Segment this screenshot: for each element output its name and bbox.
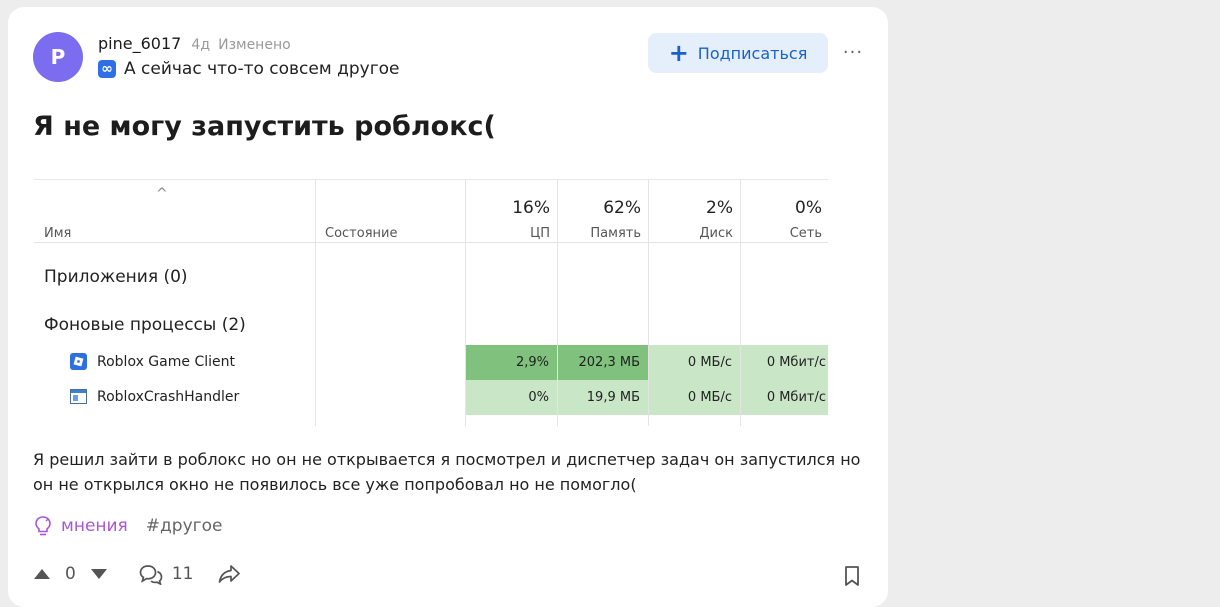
post-footer: 0 11 — [33, 563, 241, 585]
process-name: RobloxCrashHandler — [97, 388, 240, 405]
topic-tag-label: мнения — [61, 516, 128, 536]
bookmark-button[interactable] — [843, 565, 861, 591]
community-name: А сейчас что-то совсем другое — [124, 59, 400, 79]
task-manager-image: ^ Имя Состояние 16% ЦП 62% Память 2% Дис… — [34, 179, 828, 434]
header-divider — [34, 242, 828, 243]
cpu-cell: 0% — [466, 380, 557, 415]
comments-button[interactable]: 11 — [138, 563, 194, 585]
process-name: Roblox Game Client — [97, 353, 235, 370]
score: 0 — [65, 564, 76, 584]
tags: мнения #другое — [33, 515, 222, 537]
post-card: P pine_6017 4д Изменено ∞ А сейчас что-т… — [8, 7, 888, 607]
column-header-memory: Память — [590, 226, 641, 241]
column-header-name: Имя — [44, 226, 72, 241]
column-divider — [315, 180, 316, 426]
author-name[interactable]: pine_6017 — [98, 34, 181, 53]
disk-total: 2% — [706, 198, 733, 218]
group-apps: Приложения (0) — [44, 267, 188, 287]
post-title: Я не могу запустить роблокс( — [33, 111, 496, 142]
plus-icon: + — [668, 39, 689, 67]
ellipsis-icon: ··· — [842, 41, 864, 63]
memory-total: 62% — [603, 198, 641, 218]
post-body: Я решил зайти в роблокс но он не открыва… — [33, 450, 861, 494]
memory-cell: 202,3 МБ — [558, 345, 648, 380]
post-age: 4д — [191, 37, 210, 53]
disk-cell: 0 МБ/с — [649, 380, 740, 415]
upvote-button[interactable] — [33, 568, 51, 580]
share-button[interactable] — [217, 564, 241, 584]
group-background: Фоновые процессы (2) — [44, 315, 246, 335]
topic-tag[interactable]: мнения — [33, 515, 128, 537]
subscribe-label: Подписаться — [697, 43, 808, 63]
column-header-network: Сеть — [789, 226, 822, 241]
network-cell: 0 Мбит/с — [741, 345, 828, 380]
process-row: Roblox Game Client — [70, 353, 235, 370]
triangle-down-icon — [90, 569, 107, 579]
downvote-button[interactable] — [90, 568, 108, 580]
author-line: pine_6017 4д Изменено — [98, 34, 291, 53]
cpu-total: 16% — [512, 198, 550, 218]
share-icon — [219, 565, 241, 583]
cpu-cell: 2,9% — [466, 345, 557, 380]
column-header-disk: Диск — [699, 226, 733, 241]
more-options-button[interactable]: ··· — [838, 37, 868, 67]
window-app-icon — [70, 388, 87, 405]
sort-arrow-icon: ^ — [156, 186, 168, 202]
community-link[interactable]: ∞ А сейчас что-то совсем другое — [98, 59, 400, 79]
subscribe-button[interactable]: + Подписаться — [648, 33, 828, 73]
avatar[interactable]: P — [33, 32, 83, 82]
lightbulb-icon — [35, 516, 51, 536]
comment-count: 11 — [171, 564, 194, 584]
memory-cell: 19,9 МБ — [558, 380, 648, 415]
process-row: RobloxCrashHandler — [70, 388, 239, 405]
network-cell: 0 Мбит/с — [741, 380, 828, 415]
edited-label: Изменено — [218, 37, 291, 53]
column-header-status: Состояние — [325, 226, 398, 241]
hashtag[interactable]: #другое — [146, 516, 223, 536]
triangle-up-icon — [34, 569, 50, 579]
comment-icon — [139, 565, 163, 585]
network-total: 0% — [795, 198, 822, 218]
bookmark-icon — [845, 566, 859, 586]
disk-cell: 0 МБ/с — [649, 345, 740, 380]
infinity-icon: ∞ — [98, 60, 116, 78]
roblox-icon — [70, 353, 87, 370]
column-header-cpu: ЦП — [530, 226, 550, 241]
